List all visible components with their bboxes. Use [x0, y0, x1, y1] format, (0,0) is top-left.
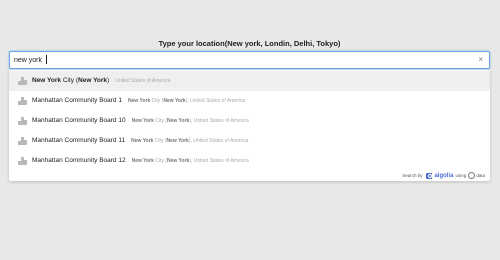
suggestion-secondary-part: City (: [153, 138, 167, 144]
suggestion-text: Manhattan Community Board 1 New York City…: [32, 96, 245, 106]
match-highlight: New York: [163, 98, 186, 104]
suggestion-primary-part: Manhattan Community Board 12: [32, 157, 126, 164]
suggestion-row[interactable]: Manhattan Community Board 1 New York City…: [9, 91, 490, 111]
location-prompt-label: Type your location(New york, Londin, Del…: [158, 39, 341, 48]
building-icon: [18, 117, 27, 125]
suggestion-secondary: New York City (New York), United States …: [131, 138, 248, 144]
algolia-attribution[interactable]: Search by algolia using data: [402, 172, 485, 179]
suggestion-secondary-part: ), United States of America: [189, 118, 249, 124]
match-highlight: New York: [32, 77, 62, 84]
match-highlight: New York: [166, 138, 189, 144]
suggestion-secondary-part: City (: [153, 118, 167, 124]
suggestion-primary-part: Manhattan Community Board 1: [32, 97, 122, 104]
suggestion-secondary: New York City (New York), United States …: [128, 98, 245, 104]
suggestion-primary-part: City (: [61, 77, 79, 84]
suggestion-text: New York City (New York) United States of…: [32, 76, 170, 86]
match-highlight: New York: [78, 77, 108, 84]
suggestion-row[interactable]: New York City (New York) United States of…: [9, 71, 490, 91]
openstreetmap-icon: [468, 172, 476, 179]
suggestion-primary-part: Manhattan Community Board 11: [32, 137, 126, 144]
suggestion-row[interactable]: Manhattan Community Board 11 New York Cit…: [9, 131, 490, 151]
using-label: using: [455, 173, 467, 178]
match-highlight: New York: [166, 118, 190, 124]
match-highlight: New York: [131, 158, 154, 164]
suggestion-secondary: New York City (New York), United States …: [132, 118, 249, 124]
suggestion-secondary-part: City (: [153, 158, 167, 164]
match-highlight: New York: [131, 138, 154, 144]
suggestion-secondary-part: City (: [150, 98, 164, 104]
suggestion-secondary: United States of America: [115, 78, 170, 84]
match-highlight: New York: [166, 158, 190, 164]
building-icon: [18, 137, 27, 145]
suggestion-text: Manhattan Community Board 11 New York Cit…: [32, 136, 248, 146]
suggestions-dropdown: New York City (New York) United States of…: [9, 70, 490, 181]
suggestion-primary: Manhattan Community Board 11: [32, 137, 125, 144]
data-label: data: [476, 173, 485, 178]
suggestion-row[interactable]: Manhattan Community Board 10 New York Cit…: [9, 111, 490, 131]
match-highlight: New York: [131, 118, 154, 124]
match-highlight: New York: [127, 98, 151, 104]
clear-icon[interactable]: ×: [478, 54, 483, 66]
suggestion-primary: New York City (New York): [32, 77, 109, 84]
building-icon: [18, 97, 27, 105]
suggestion-primary: Manhattan Community Board 1: [32, 97, 122, 104]
search-box[interactable]: ×: [9, 51, 490, 69]
suggestion-secondary-part: ), United States of America: [185, 98, 246, 104]
suggestion-text: Manhattan Community Board 10 New York Cit…: [32, 116, 249, 126]
suggestion-secondary: New York City (New York), United States …: [132, 158, 249, 164]
suggestion-primary-part: ): [107, 77, 110, 84]
search-by-label: Search by: [402, 173, 423, 178]
algolia-brand-label: algolia: [434, 172, 454, 179]
suggestion-primary: Manhattan Community Board 12: [32, 157, 126, 164]
algolia-logo-icon: [426, 172, 433, 179]
suggestion-secondary-part: ), United States of America: [189, 158, 249, 164]
suggestion-primary: Manhattan Community Board 10: [32, 117, 126, 124]
building-icon: [18, 157, 27, 165]
suggestion-secondary-part: United States of America: [115, 78, 171, 84]
suggestion-primary-part: Manhattan Community Board 10: [32, 117, 126, 124]
building-icon: [18, 77, 27, 85]
suggestion-text: Manhattan Community Board 12 New York Cit…: [32, 156, 249, 166]
suggestion-secondary-part: ), United States of America: [188, 138, 249, 144]
location-search-input[interactable]: [14, 54, 454, 66]
text-caret: [46, 55, 47, 64]
suggestion-row[interactable]: Manhattan Community Board 12 New York Cit…: [9, 151, 490, 171]
